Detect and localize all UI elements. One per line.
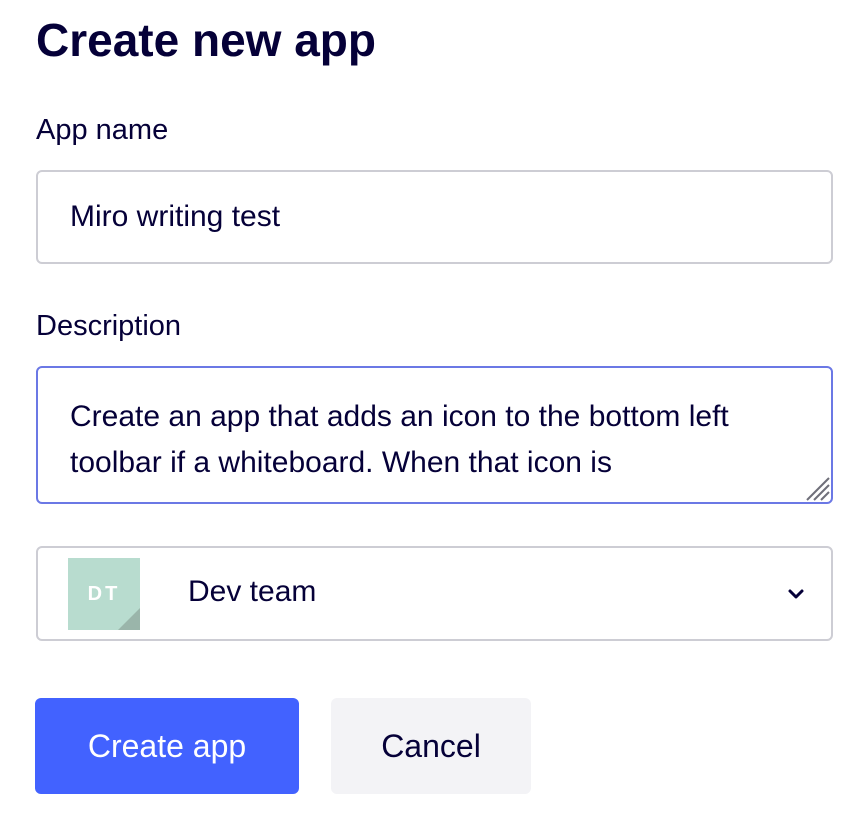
create-app-button[interactable]: Create app	[35, 698, 299, 794]
page-title: Create new app	[36, 14, 376, 66]
description-textarea[interactable]: Create an app that adds an icon to the b…	[36, 366, 833, 504]
resize-handle-icon[interactable]	[803, 474, 831, 502]
team-select[interactable]: DT Dev team	[36, 546, 833, 641]
team-select-value: Dev team	[188, 575, 317, 608]
team-avatar-initials: DT	[87, 583, 121, 605]
team-avatar: DT	[68, 558, 140, 630]
app-name-input[interactable]	[36, 170, 833, 264]
description-label: Description	[36, 310, 182, 342]
chevron-down-icon	[788, 589, 804, 599]
app-name-label: App name	[36, 114, 169, 146]
cancel-button[interactable]: Cancel	[331, 698, 531, 794]
